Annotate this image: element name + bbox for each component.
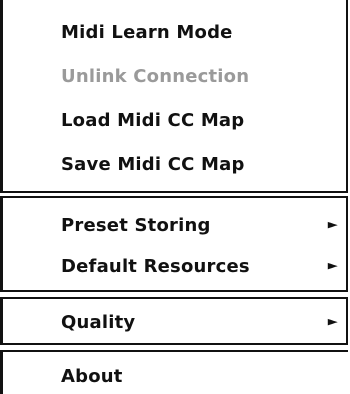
menu-item-label: Preset Storing — [61, 214, 211, 236]
menu-item-label: Save Midi CC Map — [61, 153, 245, 175]
menu-item-about[interactable]: About — [61, 356, 348, 394]
menu-item-label: Quality — [61, 311, 136, 333]
context-menu: Midi Learn Mode Unlink Connection Load M… — [0, 0, 350, 394]
menu-item-label: About — [61, 365, 123, 387]
menu-section-presets: Preset Storing ► Default Resources ► — [0, 196, 348, 292]
menu-item-load-midi-cc-map[interactable]: Load Midi CC Map — [61, 100, 346, 140]
submenu-arrow-icon: ► — [327, 217, 338, 233]
menu-item-label: Load Midi CC Map — [61, 109, 245, 131]
menu-item-save-midi-cc-map[interactable]: Save Midi CC Map — [61, 144, 346, 184]
menu-item-preset-storing[interactable]: Preset Storing ► — [61, 205, 346, 245]
menu-item-label: Default Resources — [61, 255, 250, 277]
menu-item-quality[interactable]: Quality ► — [61, 302, 346, 342]
menu-section-quality: Quality ► — [0, 297, 348, 345]
submenu-arrow-icon: ► — [327, 258, 338, 274]
submenu-arrow-icon: ► — [327, 314, 338, 330]
menu-item-midi-learn-mode[interactable]: Midi Learn Mode — [61, 12, 346, 52]
menu-item-label: Unlink Connection — [61, 65, 250, 87]
menu-section-about: About — [0, 350, 348, 394]
menu-section-midi: Midi Learn Mode Unlink Connection Load M… — [0, 0, 348, 193]
menu-item-default-resources[interactable]: Default Resources ► — [61, 246, 346, 286]
menu-item-label: Midi Learn Mode — [61, 21, 233, 43]
menu-item-unlink-connection: Unlink Connection — [61, 56, 346, 96]
